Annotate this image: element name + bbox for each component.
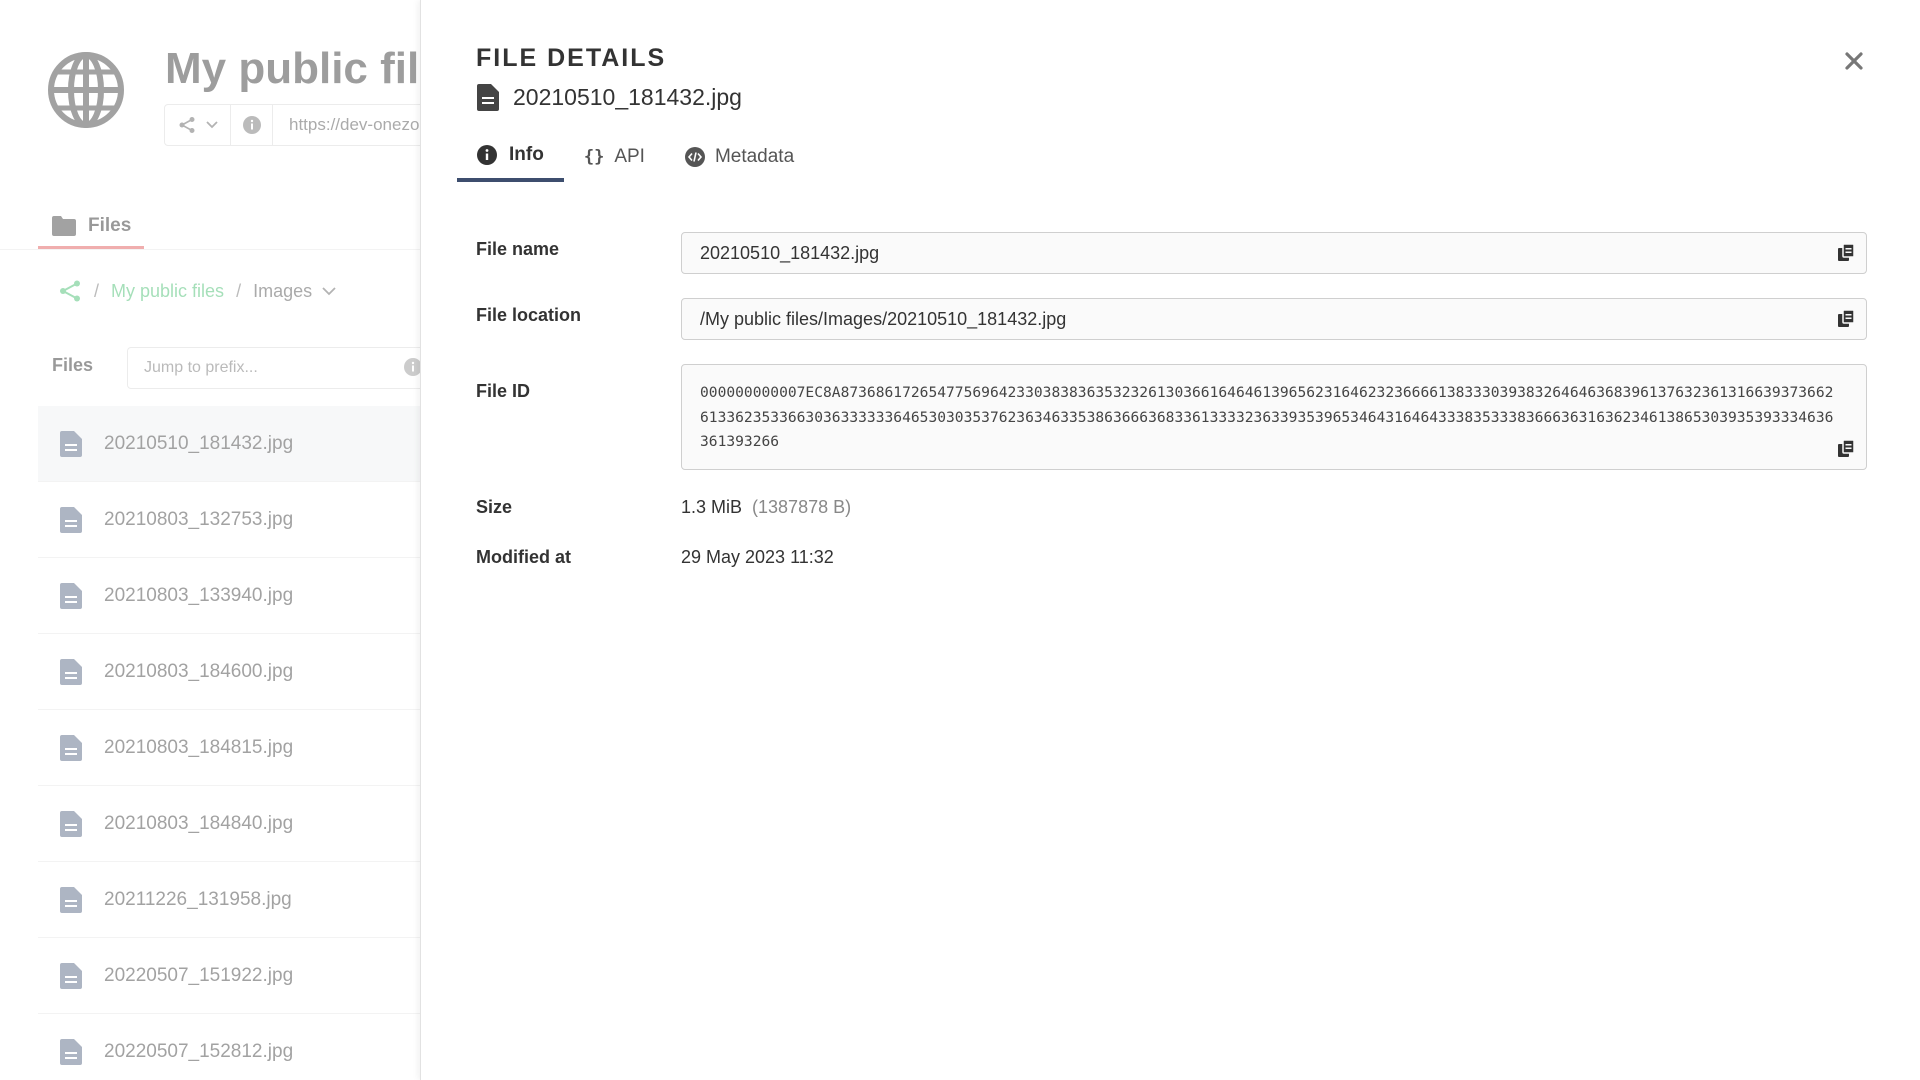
modified-at-value: 29 May 2023 11:32 <box>681 547 834 567</box>
tab-api[interactable]: {} API <box>564 132 665 182</box>
braces-icon: {} <box>583 147 605 167</box>
file-title: 20210510_181432.jpg <box>477 84 742 111</box>
file-id-field: 000000000007EC8A873686172654775696423303… <box>681 364 1867 470</box>
size-value-group: 1.3 MiB (1387878 B) <box>681 497 851 518</box>
info-circle-icon <box>477 145 497 165</box>
tab-metadata-label: Metadata <box>714 146 795 167</box>
file-id-value: 000000000007EC8A873686172654775696423303… <box>700 384 1834 450</box>
size-label: Size <box>476 497 513 517</box>
file-name-value: 20210510_181432.jpg <box>700 243 880 263</box>
file-location-value: /My public files/Images/20210510_181432.… <box>700 309 1067 329</box>
tab-api-label: API <box>614 146 645 167</box>
close-icon <box>1845 52 1863 70</box>
file-id-label: File ID <box>476 381 531 401</box>
copy-icon[interactable] <box>1836 243 1856 263</box>
file-details-panel: FILE DETAILS 20210510_181432.jpg Info {}… <box>420 0 1920 1080</box>
file-name-label: File name <box>476 239 560 259</box>
file-title-text: 20210510_181432.jpg <box>513 84 742 110</box>
copy-icon[interactable] <box>1836 439 1856 459</box>
details-tabs: Info {} API Metadata <box>457 132 814 182</box>
size-value: 1.3 MiB <box>681 497 743 517</box>
close-button[interactable] <box>1839 46 1869 76</box>
file-location-field: /My public files/Images/20210510_181432.… <box>681 298 1867 340</box>
tab-metadata[interactable]: Metadata <box>665 132 814 182</box>
copy-icon[interactable] <box>1836 309 1856 329</box>
file-icon <box>477 84 499 111</box>
modified-at-label: Modified at <box>476 547 571 567</box>
tab-info-label: Info <box>509 144 544 165</box>
panel-heading: FILE DETAILS <box>476 44 667 72</box>
file-location-label: File location <box>476 305 582 325</box>
code-circle-icon <box>684 147 705 167</box>
file-name-field: 20210510_181432.jpg <box>681 232 1867 274</box>
size-bytes: (1387878 B) <box>752 497 852 517</box>
tab-info[interactable]: Info <box>457 132 564 182</box>
